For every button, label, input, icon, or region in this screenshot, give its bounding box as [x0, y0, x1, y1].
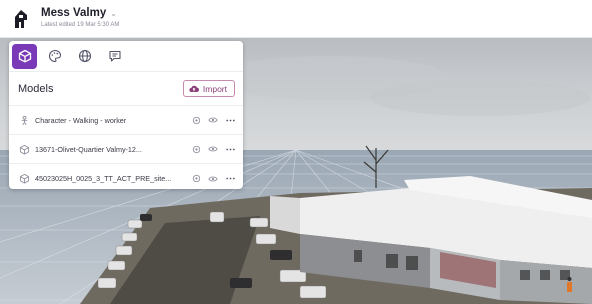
tab-environment[interactable]: [72, 44, 97, 69]
section-title: Models: [18, 82, 54, 95]
model-name: 13671-Olivet-Quartier Valmy-12...: [35, 144, 142, 154]
eye-icon[interactable]: [208, 174, 218, 184]
models-section-header: Models Import: [9, 72, 243, 106]
more-icon[interactable]: [225, 174, 235, 184]
target-icon[interactable]: [191, 174, 201, 184]
palette-icon: [48, 49, 61, 63]
panel-tabs: [9, 41, 243, 72]
cube-icon: [19, 173, 30, 184]
eye-icon[interactable]: [208, 144, 218, 154]
model-name: 45023025H_0025_3_TT_ACT_PRE_site...: [35, 174, 172, 183]
top-header: Mess Valmy ⌄ Latest edited 19 Mar 5:30 A…: [0, 0, 592, 38]
project-title-text: Mess Valmy: [41, 7, 107, 19]
tab-annotations[interactable]: [102, 44, 127, 69]
app-logo-icon[interactable]: [12, 9, 30, 29]
cloud-upload-icon: [189, 85, 199, 93]
target-icon[interactable]: [191, 144, 201, 154]
chevron-down-icon: ⌄: [110, 8, 117, 18]
project-title[interactable]: Mess Valmy ⌄: [41, 7, 117, 19]
globe-icon: [78, 49, 91, 63]
more-icon[interactable]: [225, 115, 235, 125]
tab-models[interactable]: [12, 43, 37, 69]
target-icon[interactable]: [191, 115, 201, 125]
import-button-label: Import: [202, 83, 227, 94]
cube-icon: [19, 144, 30, 154]
model-name: Character - Walking - worker: [35, 115, 127, 125]
cube-icon: [18, 49, 31, 63]
models-panel: Models Import Character - Walking - work…: [9, 41, 243, 189]
character-icon: [21, 115, 28, 125]
import-button[interactable]: Import: [182, 80, 235, 97]
model-row[interactable]: 45023025H_0025_3_TT_ACT_PRE_site...: [9, 164, 243, 189]
eye-icon[interactable]: [208, 115, 218, 125]
comment-icon: [108, 50, 121, 62]
tab-appearance[interactable]: [42, 44, 67, 69]
last-edited-label: Latest edited 19 Mar 5:30 AM: [41, 22, 120, 28]
model-row[interactable]: 13671-Olivet-Quartier Valmy-12...: [9, 135, 243, 164]
model-row[interactable]: Character - Walking - worker: [9, 106, 243, 135]
more-icon[interactable]: [225, 144, 235, 154]
